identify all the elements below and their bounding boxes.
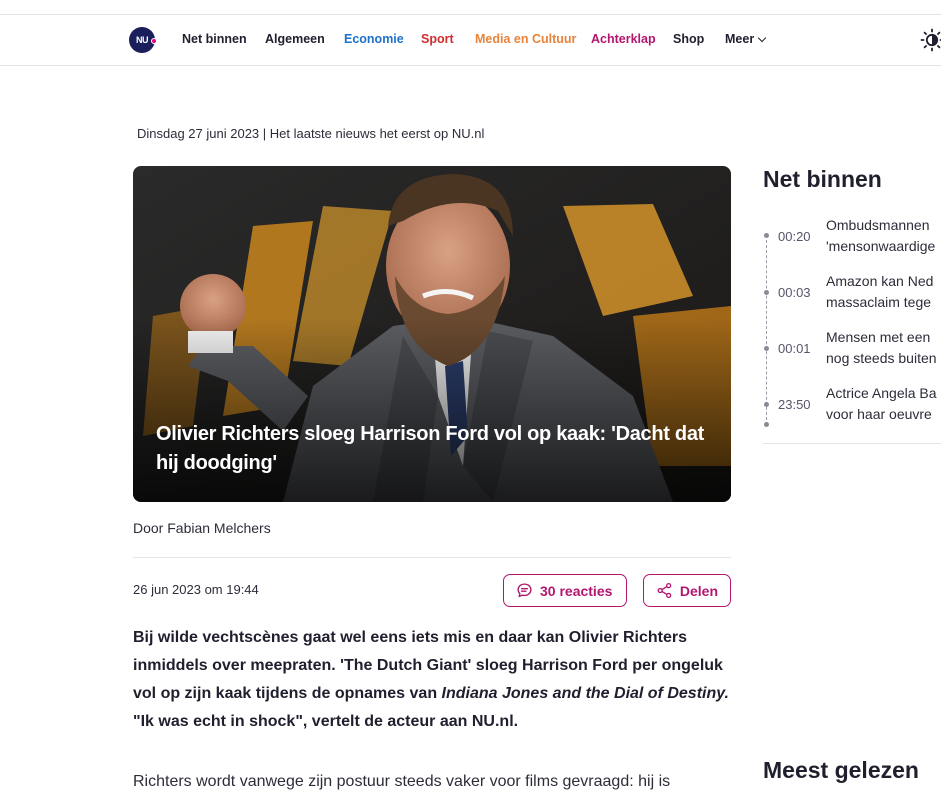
meest-gelezen-heading: Meest gelezen (763, 757, 919, 783)
sidebar-divider (763, 443, 941, 444)
news-headline-line2: massaclaim tege (826, 294, 932, 310)
nu-logo[interactable]: NU (129, 27, 157, 53)
dateline: Dinsdag 27 juni 2023 | Het laatste nieuw… (137, 126, 485, 141)
news-headline: Amazon kan Ned (826, 273, 934, 289)
share-icon (657, 582, 672, 599)
nav-item-achterklap[interactable]: Achterklap (591, 32, 656, 46)
news-time: 00:01 (778, 341, 811, 356)
chevron-down-icon (757, 33, 767, 43)
article-intro: Bij wilde vechtscènes gaat wel eens iets… (133, 624, 733, 736)
timeline-dot (764, 233, 769, 238)
share-button[interactable]: Delen (643, 574, 731, 607)
news-headline-line2: voor haar oeuvre (826, 406, 932, 422)
meer-label: Meer (725, 32, 755, 46)
news-time: 23:50 (778, 397, 811, 412)
article-meta-divider (133, 557, 731, 558)
reactions-button[interactable]: 30 reacties (503, 574, 627, 607)
intro-film-title: Indiana Jones and the Dial of Destiny. (441, 685, 729, 702)
nav-item-algemeen[interactable]: Algemeen (265, 32, 325, 46)
timeline-end-dot (764, 422, 769, 427)
top-navigation: NU Net binnen Algemeen Economie Sport Me… (0, 15, 941, 66)
nav-item-net-binnen[interactable]: Net binnen (182, 32, 247, 46)
article-author: Door Fabian Melchers (133, 520, 271, 536)
hero-article-card[interactable]: Olivier Richters sloeg Harrison Ford vol… (133, 166, 731, 502)
news-time: 00:03 (778, 285, 811, 300)
nav-item-meer[interactable]: Meer (725, 32, 767, 46)
intro-text-part2: "Ik was echt in shock", vertelt de acteu… (133, 713, 519, 730)
news-time: 00:20 (778, 229, 811, 244)
share-label: Delen (679, 582, 718, 599)
article-body-paragraph: Richters wordt vanwege zijn postuur stee… (133, 773, 671, 790)
chat-bubble-icon (517, 583, 532, 598)
nav-item-sport[interactable]: Sport (421, 32, 454, 46)
net-binnen-heading: Net binnen (763, 166, 882, 192)
timeline-line (766, 235, 767, 425)
timeline-dot (764, 402, 769, 407)
nav-item-media-en-cultuur[interactable]: Media en Cultuur (475, 32, 576, 46)
reactions-label: 30 reacties (540, 582, 613, 599)
hero-article-title[interactable]: Olivier Richters sloeg Harrison Ford vol… (156, 420, 716, 478)
nav-item-economie[interactable]: Economie (344, 32, 404, 46)
article-publish-date: 26 jun 2023 om 19:44 (133, 582, 259, 597)
news-headline: Mensen met een (826, 329, 931, 345)
theme-toggle-icon[interactable] (920, 28, 941, 52)
timeline-dot (764, 346, 769, 351)
news-headline: Actrice Angela Ba (826, 385, 937, 401)
news-headline: Ombudsmannen (826, 217, 930, 233)
logo-dot (151, 38, 157, 44)
nav-item-shop[interactable]: Shop (673, 32, 704, 46)
news-headline-line2: 'mensonwaardige (826, 238, 936, 254)
timeline-dot (764, 290, 769, 295)
news-headline-line2: nog steeds buiten (826, 350, 937, 366)
